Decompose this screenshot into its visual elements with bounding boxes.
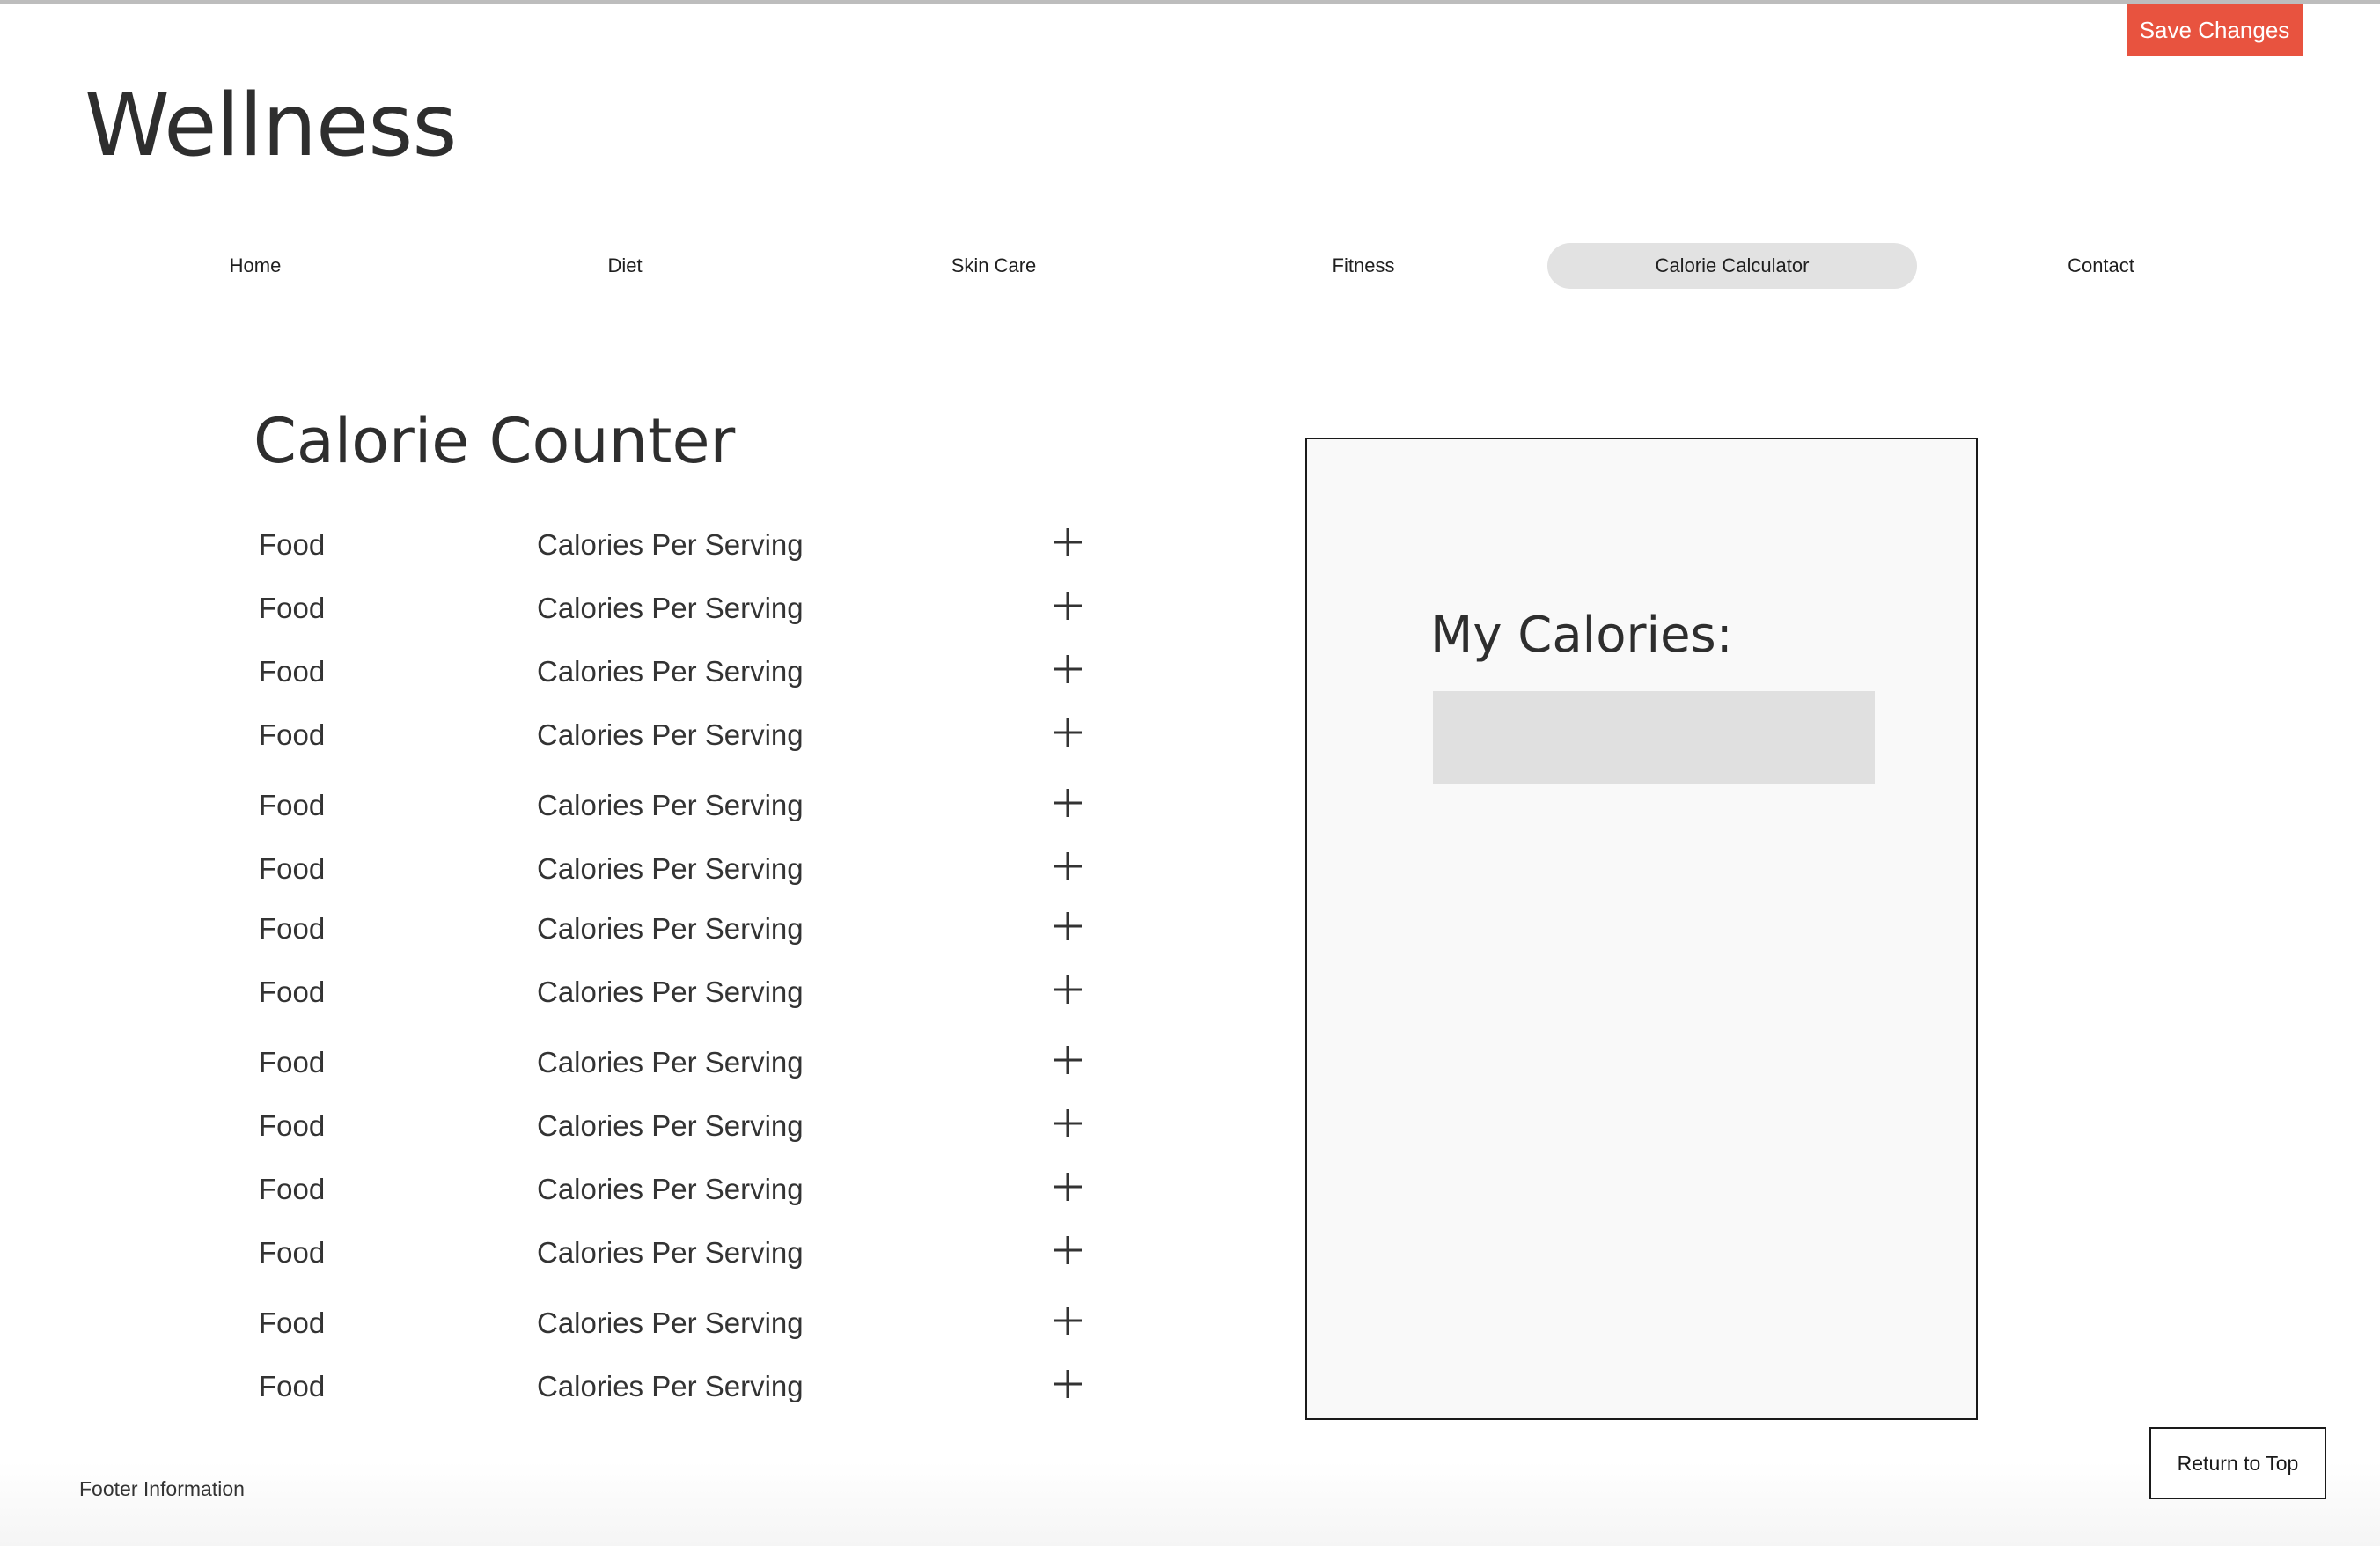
food-label: Food — [259, 592, 326, 624]
calories-per-serving-label: Calories Per Serving — [537, 1109, 804, 1142]
calories-per-serving-label: Calories Per Serving — [537, 912, 804, 945]
food-label: Food — [259, 655, 326, 688]
plus-icon[interactable] — [1050, 1303, 1085, 1338]
calories-per-serving-label: Calories Per Serving — [537, 592, 804, 624]
plus-icon[interactable] — [1050, 652, 1085, 687]
my-calories-heading: My Calories: — [1430, 607, 1733, 664]
plus-icon[interactable] — [1050, 525, 1085, 560]
calories-per-serving-label: Calories Per Serving — [537, 655, 804, 688]
food-label: Food — [259, 1109, 326, 1142]
food-row: Food Calories Per Serving — [0, 1296, 1144, 1349]
food-list: Food Calories Per Serving Food Calories … — [0, 0, 1232, 1497]
calories-per-serving-label: Calories Per Serving — [537, 1370, 804, 1402]
food-label: Food — [259, 1236, 326, 1269]
food-label: Food — [259, 1173, 326, 1205]
calories-per-serving-label: Calories Per Serving — [537, 1307, 804, 1339]
return-to-top-button[interactable]: Return to Top — [2149, 1427, 2326, 1499]
food-row: Food Calories Per Serving — [0, 902, 1144, 954]
nav-item-label: Contact — [2068, 254, 2134, 276]
calories-per-serving-label: Calories Per Serving — [537, 528, 804, 561]
food-row: Food Calories Per Serving — [0, 581, 1144, 634]
calories-per-serving-label: Calories Per Serving — [537, 852, 804, 885]
calories-per-serving-label: Calories Per Serving — [537, 789, 804, 821]
food-label: Food — [259, 975, 326, 1008]
food-label: Food — [259, 1046, 326, 1079]
footer-information: Footer Information — [79, 1477, 245, 1500]
food-row: Food Calories Per Serving — [0, 1359, 1144, 1412]
food-label: Food — [259, 912, 326, 945]
nav-item-contact[interactable]: Contact — [1916, 243, 2286, 289]
food-label: Food — [259, 1307, 326, 1339]
plus-icon[interactable] — [1050, 785, 1085, 821]
my-calories-field[interactable] — [1433, 691, 1875, 784]
plus-icon[interactable] — [1050, 1366, 1085, 1402]
food-label: Food — [259, 718, 326, 751]
food-row: Food Calories Per Serving — [0, 778, 1144, 831]
plus-icon[interactable] — [1050, 1233, 1085, 1268]
food-label: Food — [259, 852, 326, 885]
food-label: Food — [259, 1370, 326, 1402]
plus-icon[interactable] — [1050, 909, 1085, 944]
calories-per-serving-label: Calories Per Serving — [537, 718, 804, 751]
footer — [0, 1461, 2380, 1546]
calories-per-serving-label: Calories Per Serving — [537, 1173, 804, 1205]
plus-icon[interactable] — [1050, 715, 1085, 750]
food-label: Food — [259, 789, 326, 821]
food-label: Food — [259, 528, 326, 561]
food-row: Food Calories Per Serving — [0, 1035, 1144, 1088]
food-row: Food Calories Per Serving — [0, 1162, 1144, 1215]
food-row: Food Calories Per Serving — [0, 644, 1144, 697]
plus-icon[interactable] — [1050, 849, 1085, 884]
calories-per-serving-label: Calories Per Serving — [537, 1236, 804, 1269]
calories-per-serving-label: Calories Per Serving — [537, 1046, 804, 1079]
calories-per-serving-label: Calories Per Serving — [537, 975, 804, 1008]
save-changes-button[interactable]: Save Changes — [2127, 4, 2303, 56]
food-row: Food Calories Per Serving — [0, 965, 1144, 1018]
food-row: Food Calories Per Serving — [0, 1226, 1144, 1278]
nav-item-fitness[interactable]: Fitness — [1179, 243, 1548, 289]
plus-icon[interactable] — [1050, 1169, 1085, 1204]
my-calories-panel: My Calories: — [1305, 438, 1978, 1420]
nav-item-label: Calorie Calculator — [1655, 254, 1810, 276]
food-row: Food Calories Per Serving — [0, 1099, 1144, 1152]
nav-item-label: Fitness — [1332, 254, 1395, 276]
food-row: Food Calories Per Serving — [0, 842, 1144, 894]
food-row: Food Calories Per Serving — [0, 708, 1144, 761]
plus-icon[interactable] — [1050, 588, 1085, 623]
plus-icon[interactable] — [1050, 972, 1085, 1007]
nav-item-calorie-calculator[interactable]: Calorie Calculator — [1547, 243, 1917, 289]
plus-icon[interactable] — [1050, 1042, 1085, 1078]
plus-icon[interactable] — [1050, 1106, 1085, 1141]
food-row: Food Calories Per Serving — [0, 518, 1144, 571]
